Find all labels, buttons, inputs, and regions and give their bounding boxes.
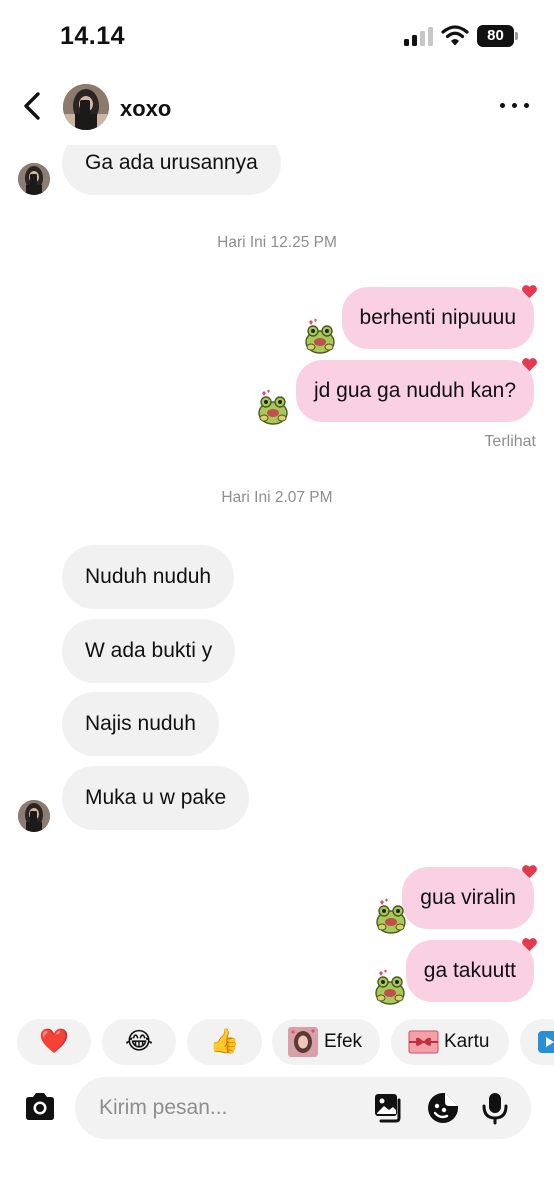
message-text: Ga ada urusannya [85,151,258,174]
outgoing-message[interactable]: gua viralin [402,865,537,929]
message-text: Nuduh nuduh [85,565,212,588]
effects-thumbnail-icon [288,1027,318,1057]
media-play-icon [538,1031,554,1053]
more-quick-button[interactable] [520,1019,554,1065]
heart-reaction-icon [522,938,537,952]
timestamp: Hari Ini 2.07 PM [221,489,333,506]
quick-laugh-button[interactable]: 😂 [102,1019,176,1065]
contact-avatar[interactable] [63,84,109,130]
camera-button[interactable] [22,1091,58,1123]
message-composer [75,1077,531,1139]
cell-signal-icon [404,27,434,46]
gift-card-icon [408,1030,439,1054]
clock: 14.14 [60,22,126,50]
outgoing-message[interactable]: ga takuutt [405,938,537,1002]
seen-status: Terlihat [484,433,536,450]
heart-reaction-icon [522,358,537,372]
incoming-message[interactable]: Muka u w pake [62,766,250,830]
message-text: Najis nuduh [85,712,196,735]
thumbs-up-emoji-icon: 👍 [209,1028,240,1055]
quick-heart-button[interactable]: ❤️ [17,1019,91,1065]
chat-header: xoxo [0,70,554,145]
incoming-message[interactable]: W ada bukti y [62,619,236,683]
dot-icon [524,103,529,108]
outgoing-message[interactable]: berhenti nipuuuu [341,285,537,349]
quick-reaction-bar: ❤️ 😂 👍 Efek Kartu [0,1019,554,1067]
sticker-button[interactable] [426,1091,460,1125]
message-input[interactable] [99,1093,359,1123]
back-button[interactable] [18,90,48,122]
wifi-icon [441,25,469,46]
battery-tip [515,32,518,40]
card-label: Kartu [444,1031,490,1052]
frog-sticker-icon [258,389,288,425]
message-list[interactable]: Ga ada urusannya Hari Ini 12.25 PM berhe… [0,145,554,1005]
card-button[interactable]: Kartu [391,1019,509,1065]
heart-emoji-icon: ❤️ [39,1028,69,1055]
message-text: berhenti nipuuuu [359,306,516,329]
message-text: jd gua ga nuduh kan? [313,379,516,402]
effects-button[interactable]: Efek [272,1019,380,1065]
frog-sticker-icon [376,898,406,934]
dot-icon [512,103,517,108]
sender-avatar[interactable] [18,800,50,832]
gallery-button[interactable] [372,1091,406,1125]
message-text: Muka u w pake [85,786,227,809]
dot-icon [500,103,505,108]
laughing-emoji-icon: 😂 [124,1028,154,1055]
more-options-button[interactable] [497,93,533,117]
contact-name[interactable]: xoxo [120,96,171,122]
avatar-photo-icon [18,163,50,195]
outgoing-message[interactable]: jd gua ga nuduh kan? [295,358,537,422]
incoming-message[interactable]: Najis nuduh [62,692,219,756]
message-text: gua viralin [420,886,516,909]
sender-avatar[interactable] [18,163,50,195]
microphone-button[interactable] [478,1091,512,1125]
quick-thumbs-up-button[interactable]: 👍 [187,1019,262,1065]
heart-reaction-icon [522,285,537,299]
battery-indicator: 80 [477,25,514,47]
heart-reaction-icon [522,865,537,879]
timestamp: Hari Ini 12.25 PM [217,234,337,251]
frog-sticker-icon [305,318,335,354]
incoming-message[interactable]: Ga ada urusannya [62,145,281,195]
incoming-message[interactable]: Nuduh nuduh [62,545,235,609]
avatar-photo-icon [63,84,109,130]
status-bar: 14.14 80 [0,0,554,70]
effects-label: Efek [324,1031,363,1052]
frog-sticker-icon [375,969,405,1005]
message-text: W ada bukti y [85,639,213,662]
message-text: ga takuutt [423,959,516,982]
avatar-photo-icon [18,800,50,832]
